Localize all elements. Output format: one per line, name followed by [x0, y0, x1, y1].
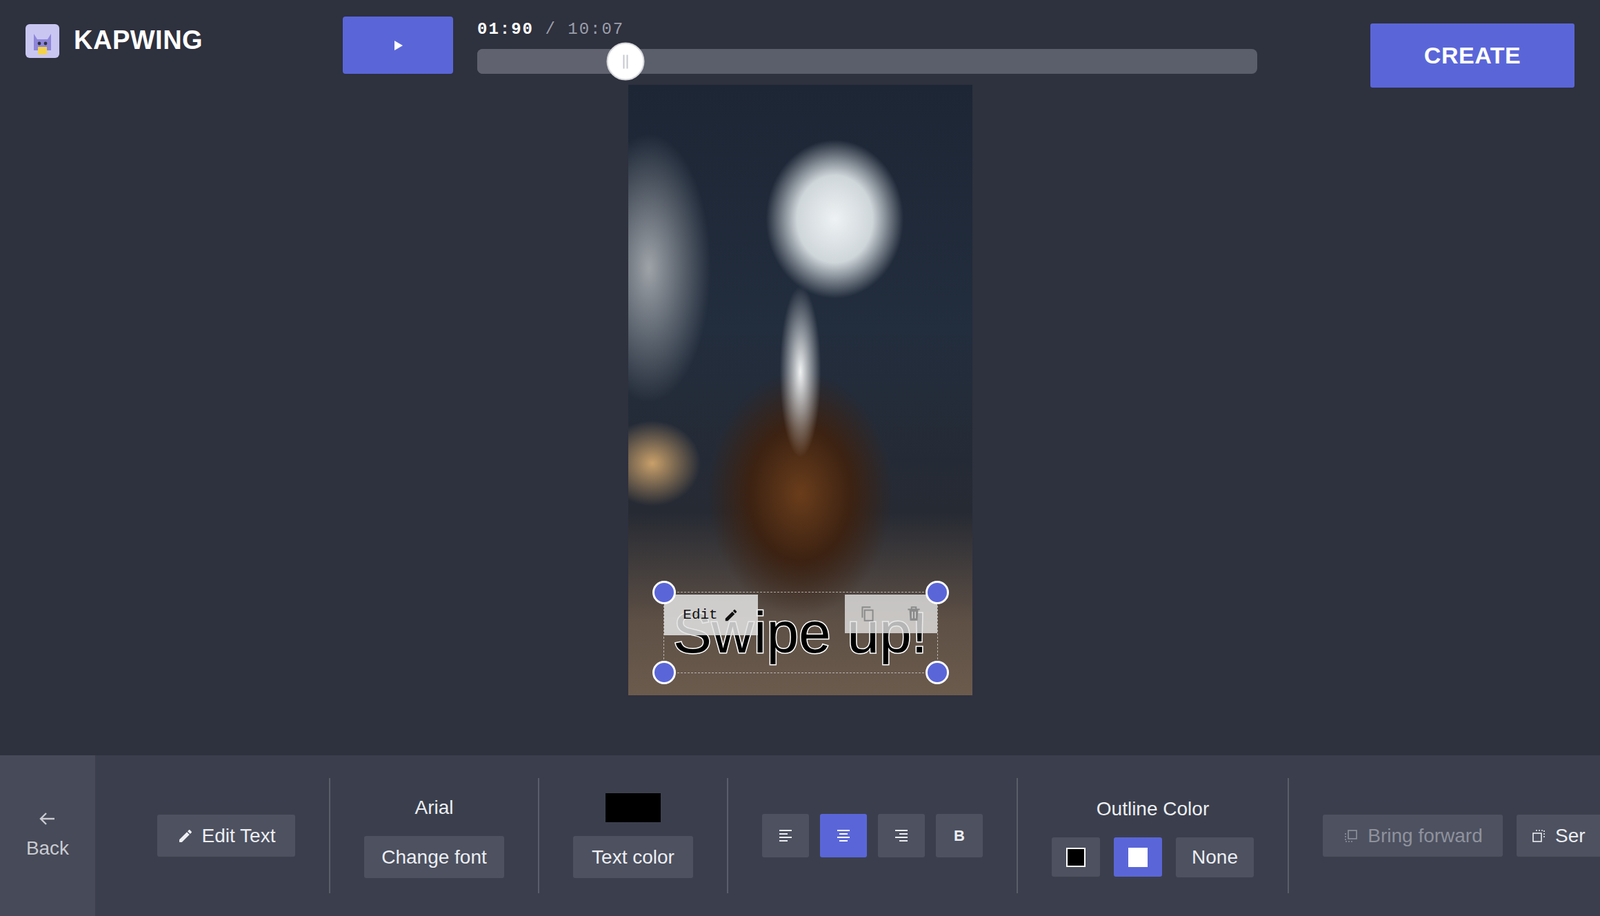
text-color-section: Text color	[573, 793, 694, 878]
play-icon	[391, 38, 405, 53]
top-bar: KAPWING 01:90 / 10:07 CREATE	[0, 0, 1600, 85]
send-backward-button[interactable]: Ser	[1516, 814, 1600, 857]
outline-label: Outline Color	[1096, 794, 1209, 824]
play-button[interactable]	[342, 16, 454, 74]
align-left-icon	[775, 826, 796, 846]
outline-section: Outline Color None	[1051, 794, 1254, 878]
text-layer[interactable]: Swipe up!Edit	[663, 591, 938, 674]
align-left-button[interactable]	[762, 813, 809, 858]
total-time: 10:07	[567, 20, 625, 39]
bring-forward-button: Bring forward	[1322, 814, 1503, 857]
edit-text-button[interactable]: Edit Text	[157, 814, 296, 857]
text-color-swatch[interactable]	[605, 793, 661, 823]
resize-handle[interactable]	[652, 660, 676, 685]
outline-color-button[interactable]	[1051, 837, 1100, 877]
back-label: Back	[26, 833, 69, 863]
text-toolbar: Back Edit Text Arial Change font Text color B…	[0, 755, 1600, 916]
toolbar-divider	[328, 777, 331, 894]
bring-forward-icon	[1342, 827, 1360, 845]
back-button[interactable]: Back	[0, 755, 96, 916]
brand: KAPWING	[0, 0, 343, 58]
send-backward-icon	[1530, 827, 1547, 845]
edit-text-label: Edit Text	[202, 821, 276, 851]
pencil-icon	[723, 607, 739, 623]
layer-order-section: Bring forward Ser	[1322, 814, 1600, 857]
edit-text-label[interactable]: Edit	[664, 594, 758, 636]
text-color-button[interactable]: Text color	[573, 835, 694, 878]
timeline-fill	[477, 48, 626, 74]
outline-none-button[interactable]: None	[1175, 837, 1254, 878]
resize-handle[interactable]	[652, 580, 676, 605]
toolbar-divider	[537, 777, 540, 894]
layer-button-label: Ser	[1555, 821, 1586, 851]
change-font-button[interactable]: Change font	[364, 835, 505, 878]
align-right-icon	[891, 826, 912, 846]
edit-text-section: Edit Text	[157, 814, 296, 857]
logo-icon	[25, 24, 60, 58]
layer-button-label: Bring forward	[1367, 821, 1483, 851]
resize-handle[interactable]	[925, 660, 949, 685]
toolbar-divider	[726, 777, 729, 894]
timeline-track[interactable]	[477, 48, 1258, 74]
arrow-left-icon	[37, 808, 58, 829]
timeline: 01:90 / 10:07	[477, 19, 1258, 74]
brand-name[interactable]: KAPWING	[73, 26, 203, 54]
font-section: Arial Change font	[364, 793, 505, 878]
current-time: 01:90	[477, 20, 534, 39]
bold-button[interactable]: B	[935, 813, 983, 858]
align-center-button[interactable]	[820, 813, 867, 858]
outline-color-button[interactable]	[1113, 837, 1163, 877]
toolbar-divider	[1287, 777, 1289, 894]
outline-options: None	[1051, 837, 1254, 878]
video-preview: Swipe up!Edit	[628, 84, 973, 696]
timeline-thumb[interactable]	[606, 42, 645, 81]
duplicate-icon[interactable]	[858, 604, 877, 623]
resize-handle[interactable]	[925, 580, 949, 605]
time-display: 01:90 / 10:07	[477, 19, 1258, 40]
stage: Swipe up!Edit	[0, 84, 1600, 756]
font-name: Arial	[414, 793, 454, 823]
time-separator: /	[544, 20, 556, 39]
toolbar-divider	[1016, 777, 1018, 894]
layer-actions	[844, 594, 938, 634]
align-right-button[interactable]	[877, 813, 925, 858]
outline-none-label: None	[1191, 842, 1238, 872]
outline-color-swatch	[1066, 847, 1086, 867]
align-center-icon	[833, 826, 854, 846]
trash-icon[interactable]	[904, 604, 923, 623]
bold-label: B	[953, 824, 965, 847]
outline-color-swatch	[1128, 847, 1148, 867]
pencil-icon	[177, 827, 194, 845]
edit-label-text: Edit	[682, 604, 718, 627]
create-button[interactable]: CREATE	[1370, 23, 1575, 88]
alignment-section: B	[762, 813, 983, 858]
